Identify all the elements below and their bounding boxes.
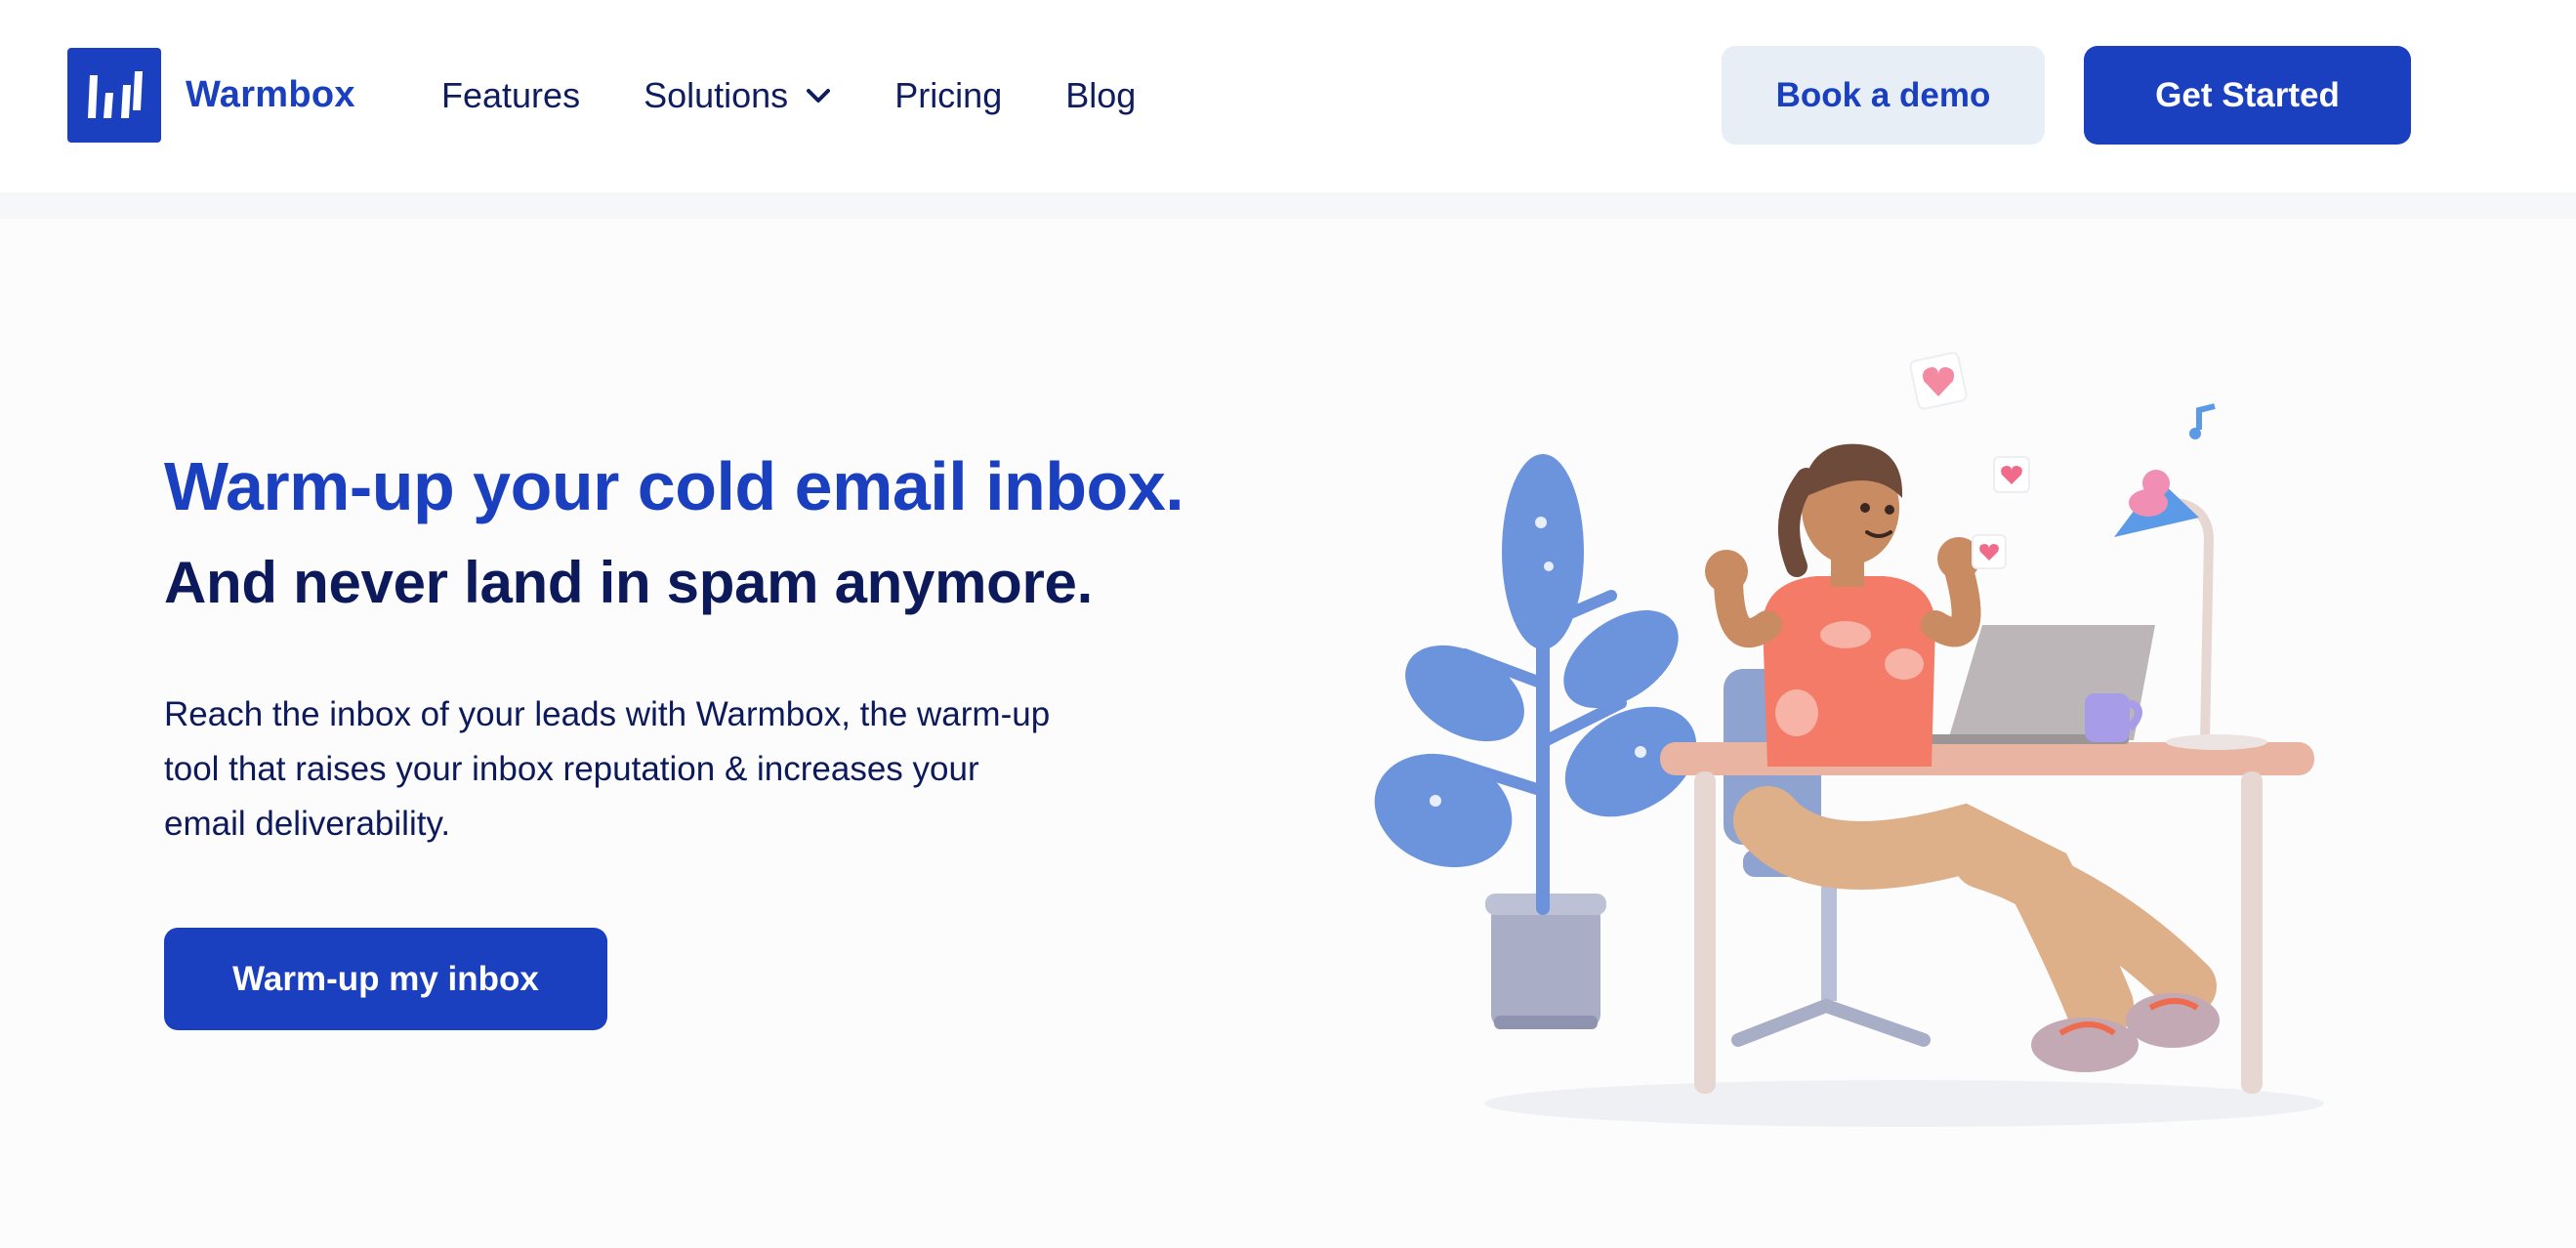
nav-blog-label: Blog xyxy=(1065,75,1137,115)
header-divider xyxy=(0,192,2576,219)
brand-name: Warmbox xyxy=(186,74,355,115)
nav-features-label: Features xyxy=(441,75,581,115)
hero-title: Warm-up your cold email inbox. xyxy=(164,448,1184,524)
nav-features[interactable]: Features xyxy=(441,72,580,119)
nav-pricing-label: Pricing xyxy=(894,75,1003,115)
book-demo-button[interactable]: Book a demo xyxy=(1722,46,2045,145)
get-started-button[interactable]: Get Started xyxy=(2084,46,2411,145)
chevron-down-icon xyxy=(806,87,831,104)
warmbox-logo-icon xyxy=(67,48,161,143)
main-nav: Features Solutions Pricing Blog xyxy=(441,72,1199,119)
nav-blog[interactable]: Blog xyxy=(1065,72,1136,119)
nav-solutions-label: Solutions xyxy=(644,75,789,115)
warm-up-inbox-button[interactable]: Warm-up my inbox xyxy=(164,928,607,1030)
nav-solutions[interactable]: Solutions xyxy=(644,72,831,119)
site-header: Warmbox Features Solutions Pricing Blog … xyxy=(0,0,2576,192)
logo-link[interactable]: Warmbox xyxy=(67,48,355,143)
woman-at-desk-with-laptop-illustration xyxy=(1357,332,2334,1143)
nav-pricing[interactable]: Pricing xyxy=(894,72,1002,119)
hero-description: Reach the inbox of your leads with Warmb… xyxy=(164,695,1051,843)
hero-subtitle: And never land in spam anymore. xyxy=(164,550,1093,615)
